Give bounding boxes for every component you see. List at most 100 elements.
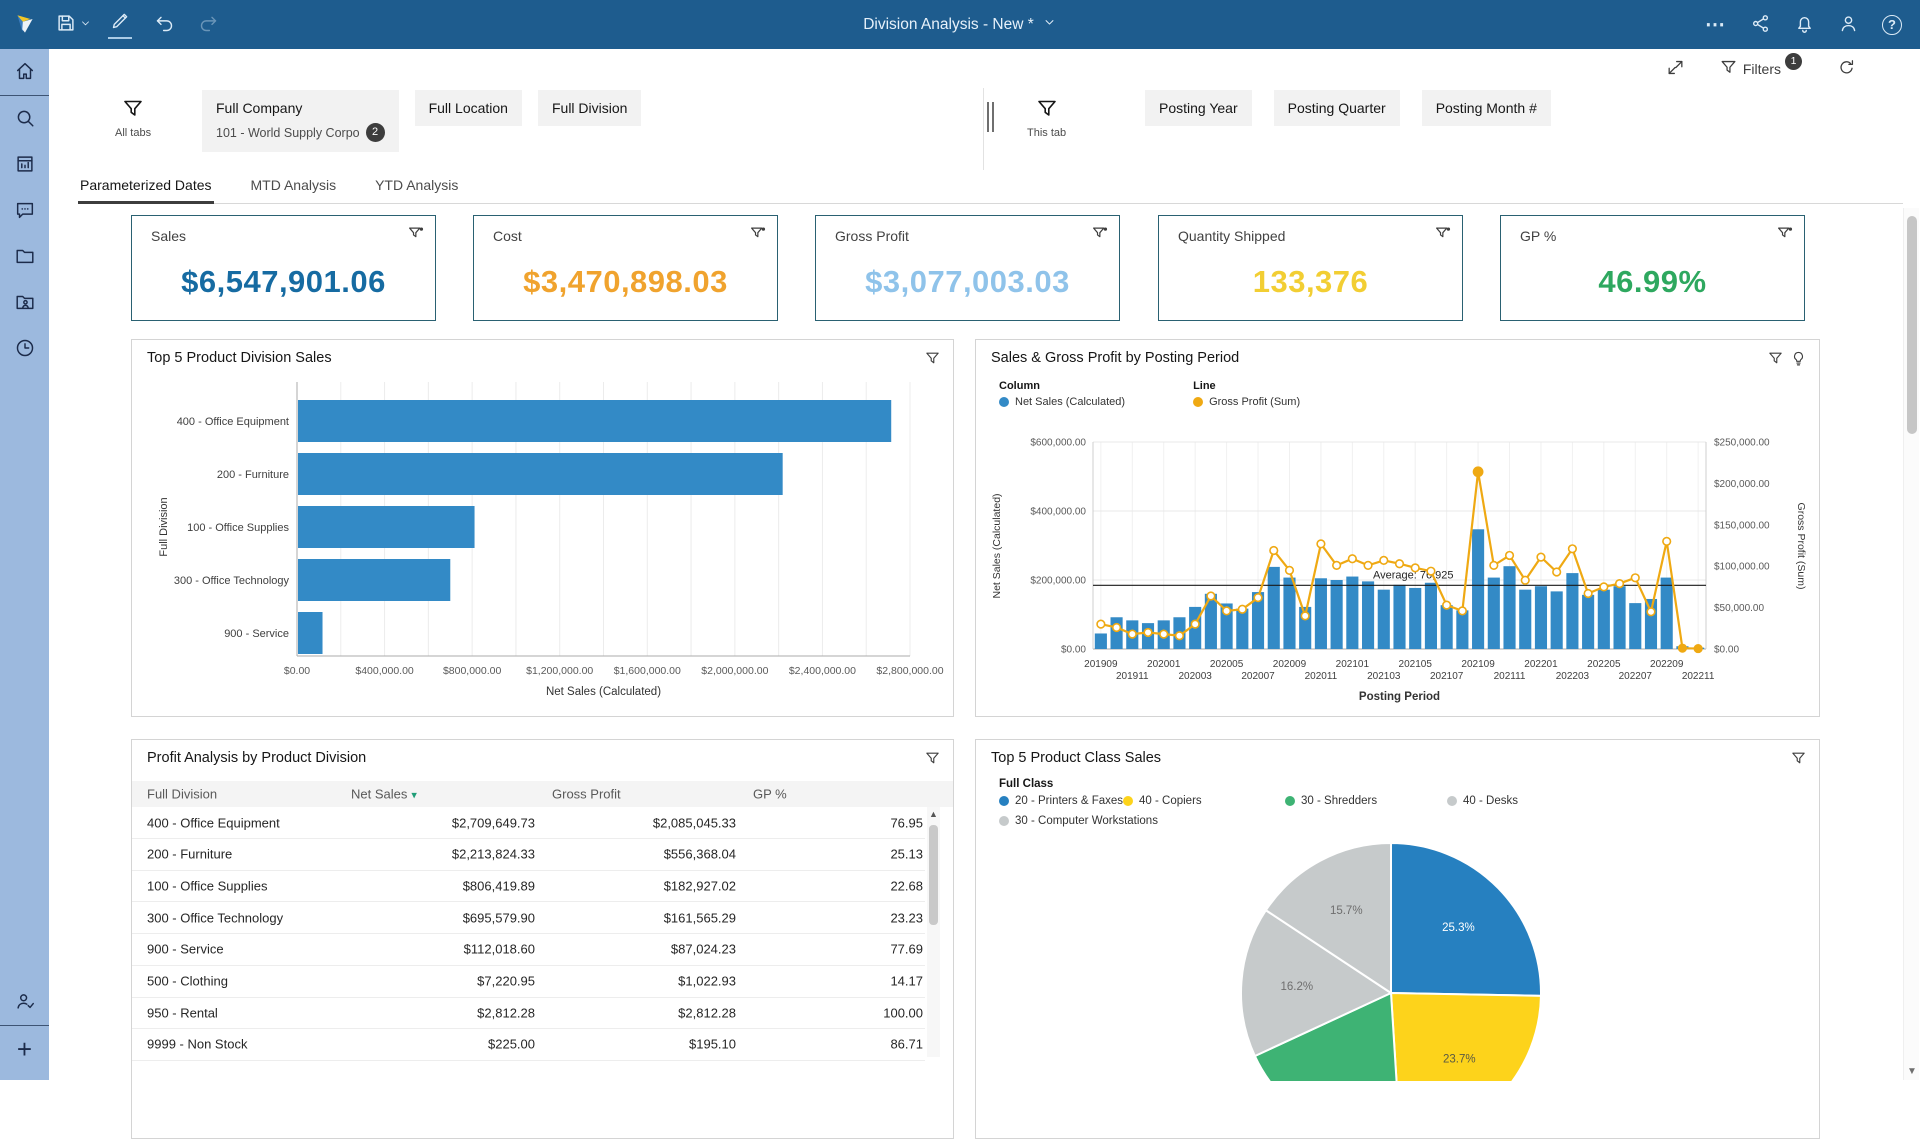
bar-segment[interactable] [298,453,783,495]
local-filter-icon[interactable] [407,224,425,247]
line-marker[interactable] [1552,567,1562,577]
sidebar-new-button[interactable]: + [0,1026,49,1072]
filter-chip-full-location[interactable]: Full Location [414,90,522,126]
help-button[interactable]: ? [1870,0,1914,49]
filter-chip-posting-month-[interactable]: Posting Month # [1421,90,1551,126]
local-filter-icon[interactable] [1434,224,1452,247]
column-segment[interactable] [1409,587,1422,649]
column-segment[interactable] [1267,566,1280,649]
column-segment[interactable] [1377,589,1390,649]
local-filter-icon[interactable] [749,224,767,247]
table-row[interactable]: 950 - Rental $2,812.28 $2,812.28 100.00 [132,997,925,1030]
line-marker[interactable] [1332,560,1342,570]
local-filter-icon[interactable] [1091,224,1109,247]
table-row[interactable]: 200 - Furniture $2,213,824.33 $556,368.04 2… [132,839,925,871]
sidebar-reports-button[interactable] [0,142,49,188]
kpi-card-cost[interactable]: Cost $3,470,898.03 [473,215,778,321]
column-segment[interactable] [1236,608,1249,649]
column-segment[interactable] [1393,584,1406,649]
overflow-menu-button[interactable]: ⋯ [1694,0,1738,49]
column-segment[interactable] [1582,594,1595,649]
line-marker[interactable] [1222,606,1232,616]
column-segment[interactable] [1362,581,1375,649]
sidebar-search-button[interactable] [0,96,49,142]
line-marker[interactable] [1206,591,1216,601]
line-marker[interactable] [1426,566,1436,576]
line-marker[interactable] [1379,555,1389,566]
line-marker[interactable] [1536,552,1546,562]
local-filter-icon[interactable] [1776,224,1794,247]
line-marker[interactable] [1442,600,1452,610]
column-segment[interactable] [1550,591,1563,649]
column-segment[interactable] [1424,582,1437,649]
widget-filter-icon[interactable] [924,350,941,372]
line-marker[interactable] [1159,629,1169,639]
column-segment[interactable] [1660,577,1673,649]
pie-legend-item[interactable]: 20 - Printers & Faxes [999,795,1123,807]
column-header-gross-profit[interactable]: Gross Profit [552,787,736,802]
sidebar-manage-access-button[interactable] [0,979,49,1025]
kpi-card-gross-profit[interactable]: Gross Profit $3,077,003.03 [815,215,1120,321]
column-segment[interactable] [1283,577,1296,649]
scroll-up-icon[interactable]: ▲ [927,809,940,819]
widget-filter-icon[interactable] [1767,350,1784,372]
tab-ytd-analysis[interactable]: YTD Analysis [373,170,460,203]
bar-segment[interactable] [298,506,475,548]
line-marker[interactable] [1410,563,1420,573]
line-marker[interactable] [1662,536,1672,546]
division-sales-widget[interactable]: Top 5 Product Division Sales $0.00 $400,0… [131,339,954,717]
filter-bar-drag-handle[interactable] [987,102,994,132]
scroll-down-icon[interactable]: ▼ [1904,1066,1920,1077]
column-segment[interactable] [1346,576,1359,649]
table-row[interactable]: 300 - Office Technology $695,579.90 $161,5… [132,902,925,935]
column-segment[interactable] [1613,586,1626,649]
tab-parameterized-dates[interactable]: Parameterized Dates [78,170,214,204]
line-marker[interactable] [1630,573,1640,583]
line-marker[interactable] [1269,545,1279,556]
column-segment[interactable] [1566,573,1579,649]
pie-slice[interactable] [1389,991,1542,1081]
this-tab-filter-button[interactable]: This tab [1021,96,1072,140]
line-marker[interactable] [1253,593,1263,603]
line-marker[interactable] [1489,560,1499,570]
pie-legend-item[interactable]: 40 - Desks [1447,795,1609,807]
column-segment[interactable] [1519,589,1532,649]
line-marker[interactable] [1394,559,1405,569]
share-button[interactable] [1738,0,1782,49]
pie-legend-item[interactable]: 30 - Computer Workstations [999,815,1158,827]
scrollbar-thumb[interactable] [929,825,938,925]
line-marker[interactable] [1599,582,1609,592]
line-marker[interactable] [1111,622,1122,633]
column-segment[interactable] [1472,529,1485,649]
filter-chip-posting-year[interactable]: Posting Year [1145,90,1252,126]
column-header-gp-[interactable]: GP % [753,787,923,802]
column-header-full-division[interactable]: Full Division [147,787,217,802]
column-segment[interactable] [1534,586,1548,649]
line-marker[interactable] [1677,643,1688,653]
class-sales-pie-widget[interactable]: Top 5 Product Class Sales Full Class 20 … [975,739,1820,1139]
line-marker[interactable] [1096,619,1106,629]
filters-panel-button[interactable]: Filters 1 [1713,53,1809,81]
sidebar-content-button[interactable] [0,234,49,280]
line-marker[interactable] [1693,643,1703,654]
table-row[interactable]: 400 - Office Equipment $2,709,649.73 $2,08… [132,807,925,839]
column-segment[interactable] [1629,603,1642,649]
sidebar-my-content-button[interactable] [0,280,49,326]
line-marker[interactable] [1127,629,1137,639]
column-segment[interactable] [1330,580,1343,649]
table-row[interactable]: 100 - Office Supplies $806,419.89 $182,927… [132,870,925,903]
column-segment[interactable] [1597,589,1610,649]
save-button[interactable] [49,0,98,49]
sidebar-home-button[interactable] [0,49,49,95]
bar-segment[interactable] [298,559,451,601]
kpi-card-sales[interactable]: Sales $6,547,901.06 [131,215,436,321]
notifications-button[interactable] [1782,0,1826,49]
undo-button[interactable] [142,0,186,49]
line-marker[interactable] [1284,565,1295,575]
line-marker[interactable] [1174,631,1185,641]
pie-legend-item[interactable]: 30 - Shredders [1285,795,1447,807]
table-row[interactable]: 9999 - Non Stock $225.00 $195.10 86.71 [132,1029,925,1061]
main-vertical-scrollbar[interactable]: ▼ [1903,208,1919,1080]
column-segment[interactable] [1644,598,1658,649]
sales-gp-by-period-widget[interactable]: Sales & Gross Profit by Posting Period C… [975,339,1820,717]
